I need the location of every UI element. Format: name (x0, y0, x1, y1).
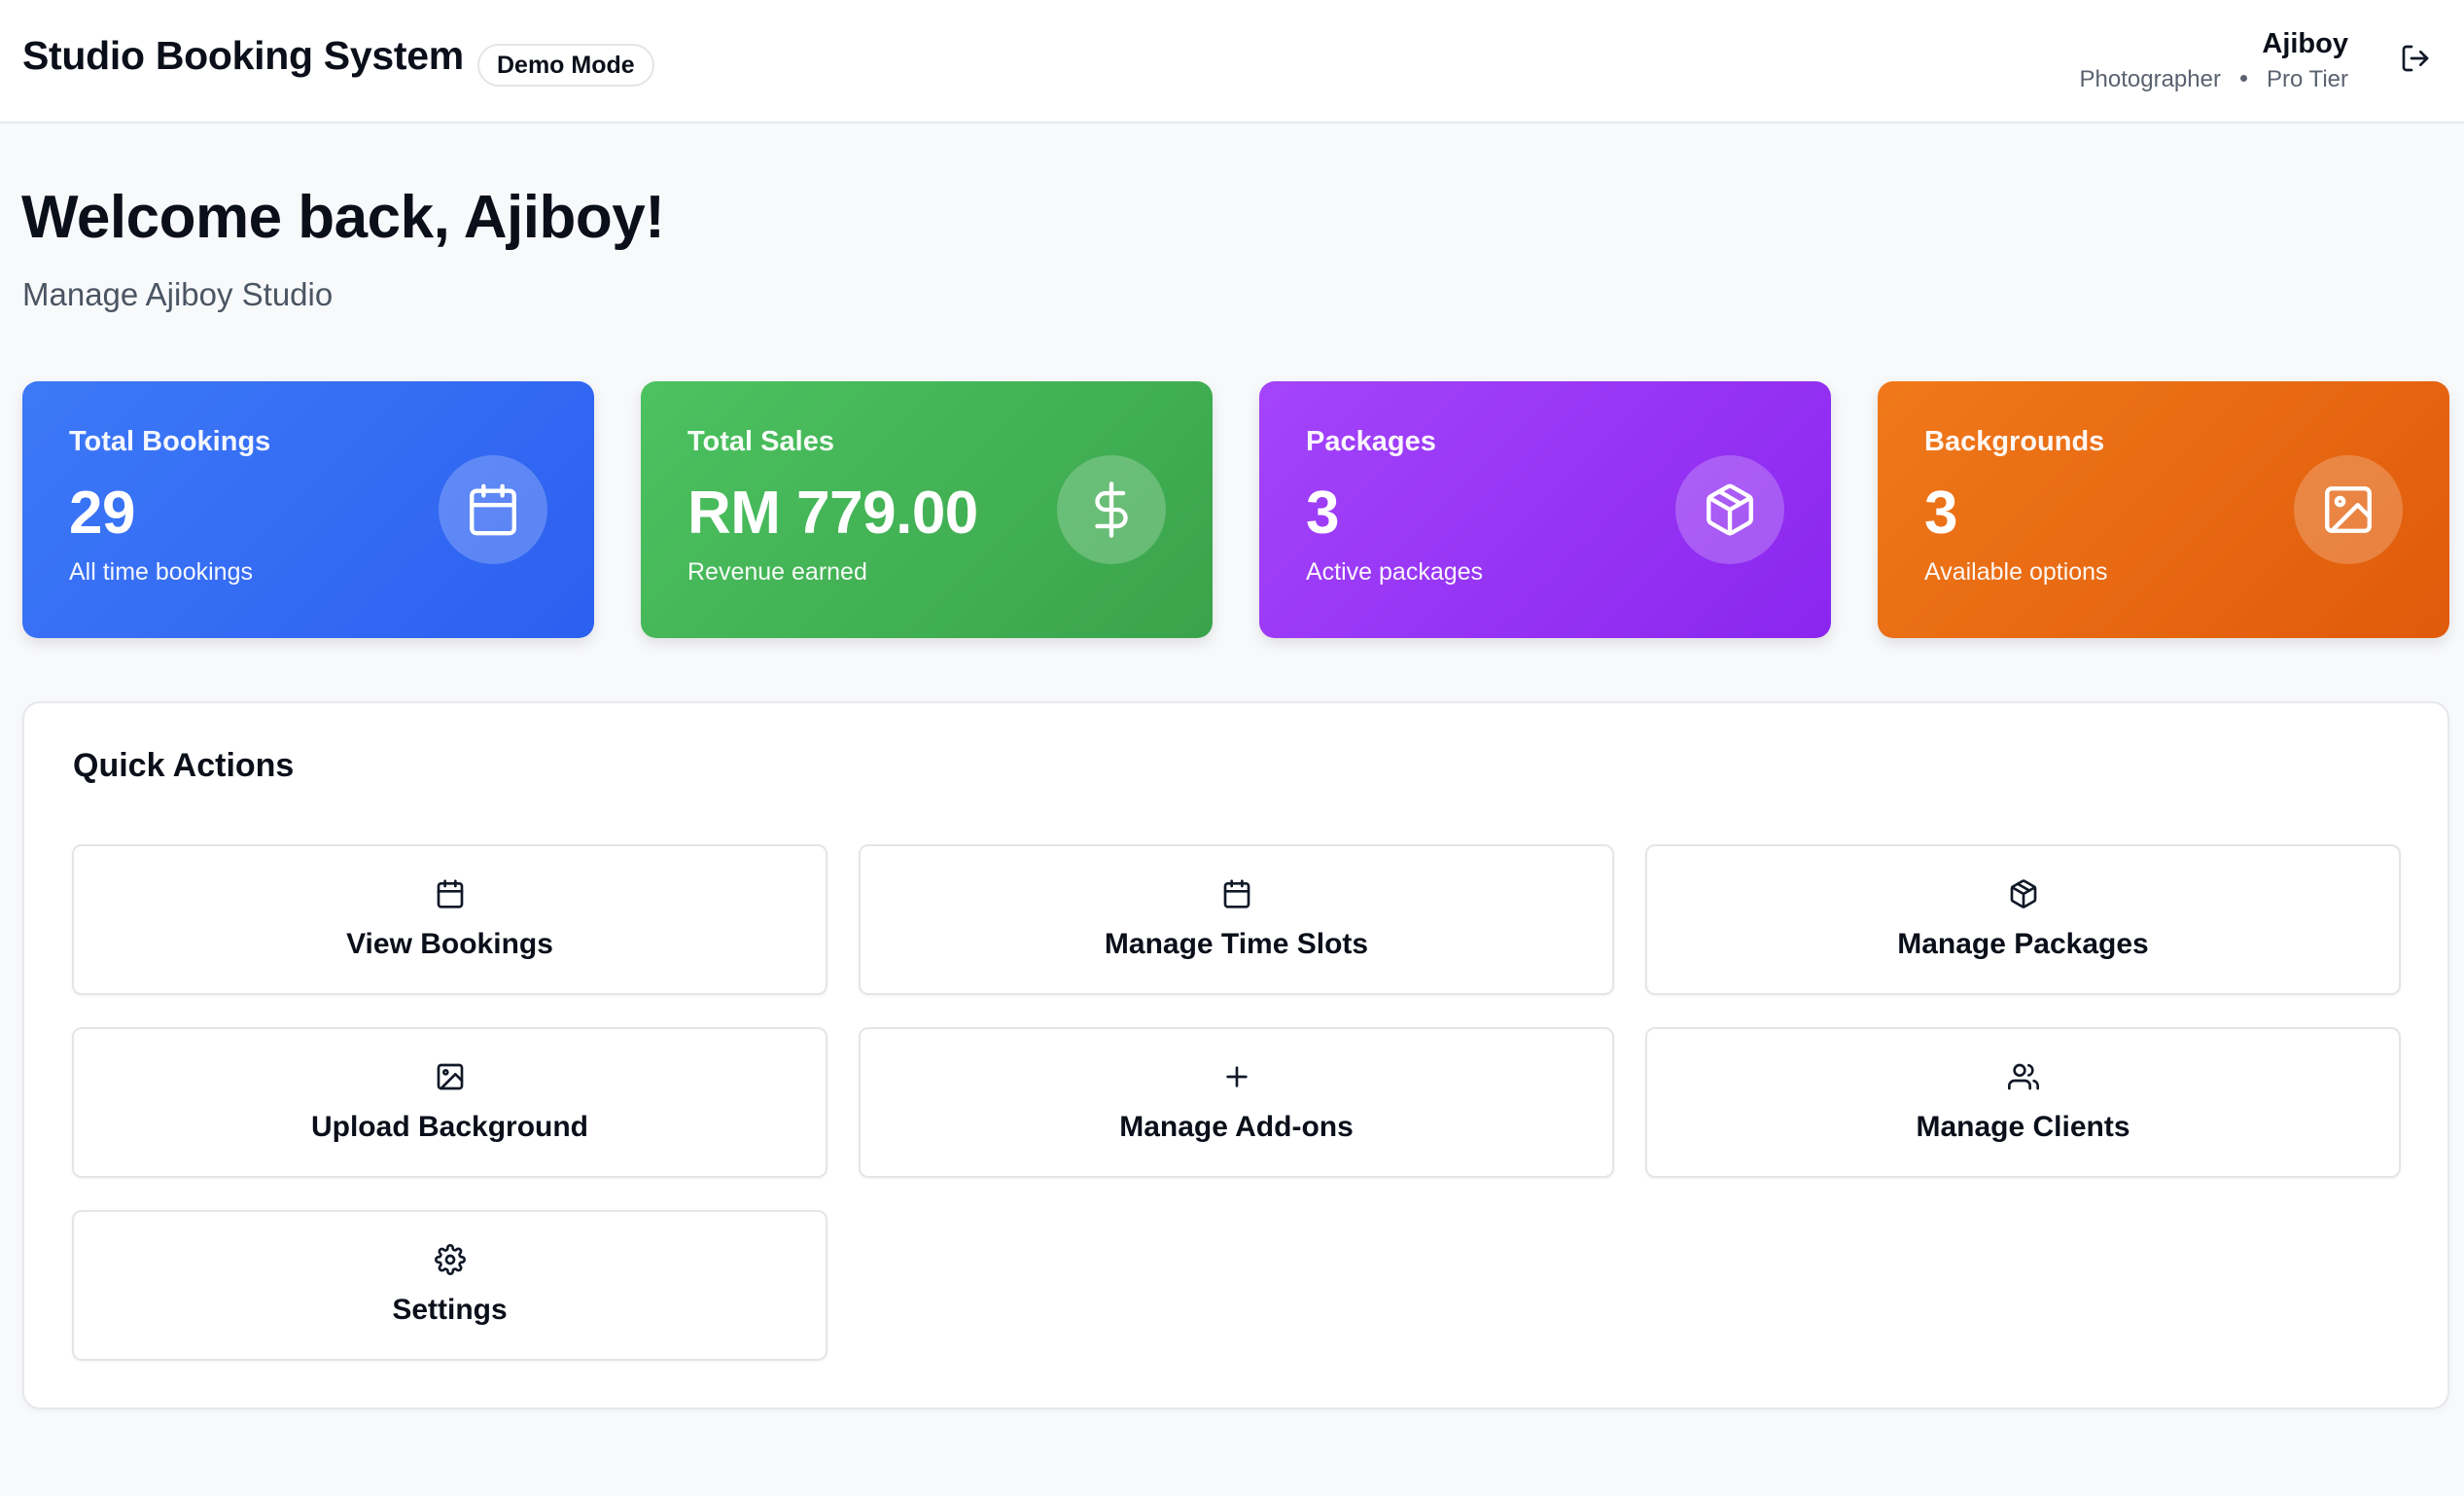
calendar-icon (439, 455, 547, 564)
user-tier: Pro Tier (2266, 66, 2348, 92)
manage-time-slots-button[interactable]: Manage Time Slots (859, 844, 1614, 995)
stat-subtext: Active packages (1306, 558, 1484, 586)
plus-icon (1220, 1060, 1253, 1093)
gear-icon (434, 1243, 467, 1276)
stat-label: Total Sales (687, 426, 834, 457)
button-label: Manage Packages (1897, 928, 2149, 960)
stat-card-backgrounds: Backgrounds 3 Available options (1878, 381, 2449, 638)
button-label: View Bookings (346, 928, 553, 960)
users-icon (2007, 1060, 2040, 1093)
calendar-icon (434, 877, 467, 910)
stat-value: 3 (1924, 480, 1957, 547)
stat-card-packages: Packages 3 Active packages (1259, 381, 1831, 638)
button-label: Manage Clients (1916, 1111, 2130, 1143)
button-label: Settings (392, 1294, 508, 1326)
view-bookings-button[interactable]: View Bookings (72, 844, 827, 995)
manage-packages-button[interactable]: Manage Packages (1645, 844, 2401, 995)
user-meta: Photographer Pro Tier (2080, 64, 2348, 95)
top-header: Studio Booking System Demo Mode Ajiboy P… (0, 0, 2464, 124)
package-icon (2007, 877, 2040, 910)
logout-button[interactable] (2396, 41, 2435, 80)
stat-value: 29 (69, 480, 135, 547)
stat-label: Total Bookings (69, 426, 271, 457)
upload-background-button[interactable]: Upload Background (72, 1027, 827, 1178)
stat-label: Packages (1306, 426, 1436, 457)
button-label: Manage Add-ons (1119, 1111, 1354, 1143)
stat-value: RM 779.00 (687, 480, 978, 547)
user-role: Photographer (2079, 66, 2221, 92)
welcome-subtitle: Manage Ajiboy Studio (22, 276, 334, 312)
logout-icon (2400, 43, 2431, 79)
stat-card-total-bookings: Total Bookings 29 All time bookings (22, 381, 594, 638)
image-icon (2294, 455, 2403, 564)
settings-button[interactable]: Settings (72, 1210, 827, 1361)
dollar-icon (1057, 455, 1166, 564)
separator-dot (2239, 75, 2247, 83)
manage-addons-button[interactable]: Manage Add-ons (859, 1027, 1614, 1178)
calendar-icon (1220, 877, 1253, 910)
stat-subtext: Revenue earned (687, 558, 867, 586)
quick-actions-panel: Quick Actions View Bookings Manage Time … (22, 701, 2449, 1409)
stat-subtext: Available options (1924, 558, 2108, 586)
manage-clients-button[interactable]: Manage Clients (1645, 1027, 2401, 1178)
stat-value: 3 (1306, 480, 1339, 547)
image-icon (434, 1060, 467, 1093)
stat-subtext: All time bookings (69, 558, 253, 586)
app-title: Studio Booking System (22, 33, 464, 78)
button-label: Manage Time Slots (1104, 928, 1369, 960)
quick-actions-title: Quick Actions (73, 747, 295, 784)
stat-label: Backgrounds (1924, 426, 2105, 457)
user-name: Ajiboy (2262, 28, 2348, 59)
package-icon (1675, 455, 1784, 564)
demo-mode-badge: Demo Mode (477, 44, 654, 87)
welcome-heading: Welcome back, Ajiboy! (21, 184, 665, 251)
button-label: Upload Background (310, 1111, 588, 1143)
stat-card-total-sales: Total Sales RM 779.00 Revenue earned (641, 381, 1213, 638)
user-info: Ajiboy Photographer Pro Tier (2080, 25, 2348, 95)
